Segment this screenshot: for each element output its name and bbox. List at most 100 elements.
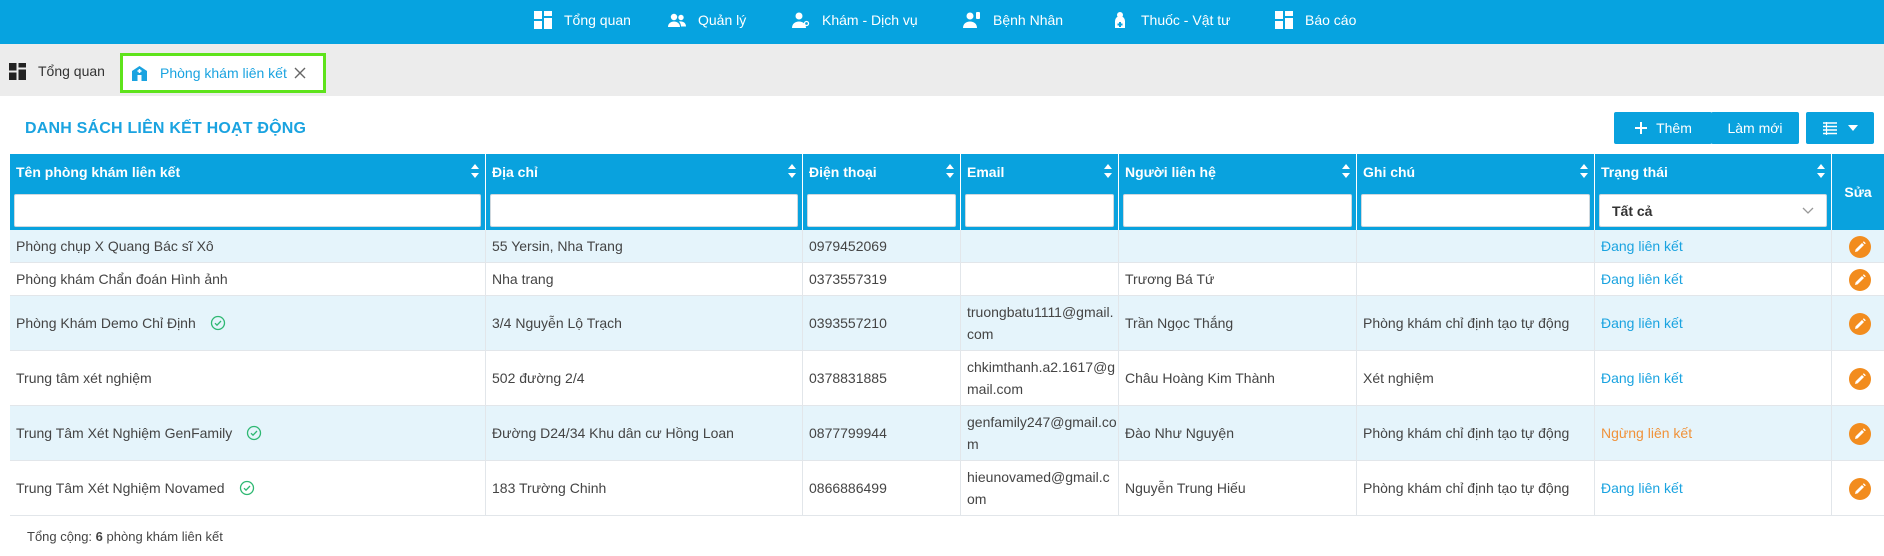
table-row[interactable]: Phòng Khám Demo Chỉ Định 3/4 Nguyễn Lộ Tr… <box>10 296 1884 351</box>
filter-email-input[interactable] <box>965 194 1114 227</box>
sort-icon[interactable] <box>946 163 954 179</box>
status-text[interactable]: Đang liên kết <box>1601 367 1683 389</box>
pencil-icon <box>1855 317 1866 329</box>
column-label: Địa chỉ <box>492 164 538 180</box>
cell-contact <box>1119 230 1357 262</box>
tab-bar: Tổng quan Phòng khám liên kết <box>0 44 1884 96</box>
cell-status: Đang liên kết <box>1595 461 1832 515</box>
phone-text: 0979452069 <box>809 238 887 254</box>
contact-text: Châu Hoàng Kim Thành <box>1125 370 1275 386</box>
address-text: 55 Yersin, Nha Trang <box>492 238 623 254</box>
refresh-button[interactable]: Làm mới <box>1711 112 1799 144</box>
filter-contact-input[interactable] <box>1123 194 1352 227</box>
add-button-label: Thêm <box>1656 120 1692 136</box>
column-label: Tên phòng khám liên kết <box>16 164 181 180</box>
cell-contact: Trần Ngọc Thắng <box>1119 296 1357 350</box>
sort-icon[interactable] <box>1342 163 1350 179</box>
cell-phone: 0866886499 <box>803 461 961 515</box>
table-footer: Tổng cộng: 6 phòng khám liên kết <box>27 529 223 544</box>
table-row[interactable]: Phòng chụp X Quang Bác sĩ Xô 55 Yersin, N… <box>10 230 1884 263</box>
sort-icon[interactable] <box>1580 163 1588 179</box>
phone-text: 0866886499 <box>809 480 887 496</box>
table-row[interactable]: Phòng khám Chẩn đoán Hình ảnh Nha trang 03… <box>10 263 1884 296</box>
footer-count: 6 <box>95 529 103 544</box>
add-button[interactable]: Thêm <box>1614 112 1712 144</box>
phone-text: 0378831885 <box>809 370 887 386</box>
sort-icon[interactable] <box>471 163 479 179</box>
column-header-note[interactable]: Ghi chú <box>1357 154 1595 230</box>
cell-phone: 0979452069 <box>803 230 961 262</box>
tab-label: Tổng quan <box>38 63 105 79</box>
filter-phone-input[interactable] <box>807 194 956 227</box>
cell-status: Đang liên kết <box>1595 263 1832 295</box>
status-text[interactable]: Đang liên kết <box>1601 235 1683 257</box>
cell-status: Đang liên kết <box>1595 230 1832 262</box>
note-text: Phòng khám chỉ định tạo tự động <box>1363 315 1570 331</box>
cell-status: Đang liên kết <box>1595 296 1832 350</box>
sort-icon[interactable] <box>1104 163 1112 179</box>
name-text: Phòng khám Chẩn đoán Hình ảnh <box>16 271 228 287</box>
cell-status: Ngừng liên kết <box>1595 406 1832 460</box>
page-title: DANH SÁCH LIÊN KẾT HOẠT ĐỘNG <box>25 120 307 137</box>
contact-text: Đào Như Nguyện <box>1125 425 1234 441</box>
cell-phone: 0877799944 <box>803 406 961 460</box>
name-text: Trung Tâm Xét Nghiệm Novamed <box>16 480 225 496</box>
nav-label: Tổng quan <box>564 12 631 28</box>
report-icon <box>1275 11 1293 29</box>
nav-item-kham-dich-vu[interactable]: Khám - Dịch vụ <box>792 0 918 40</box>
address-text: Nha trang <box>492 271 554 287</box>
edit-button[interactable] <box>1849 367 1871 390</box>
edit-button[interactable] <box>1849 422 1871 445</box>
table-row[interactable]: Trung tâm xét nghiệm 502 đường 2/4 0378831… <box>10 351 1884 406</box>
column-options-button[interactable] <box>1806 112 1874 144</box>
tab-tong-quan[interactable]: Tổng quan <box>0 54 105 88</box>
status-text[interactable]: Đang liên kết <box>1601 312 1683 334</box>
table-row[interactable]: Trung Tâm Xét Nghiệm GenFamily Đường D24/… <box>10 406 1884 461</box>
nav-item-tong-quan[interactable]: Tổng quan <box>534 0 631 40</box>
close-icon[interactable] <box>293 66 307 80</box>
nav-item-benh-nhan[interactable]: Bệnh Nhân <box>963 0 1063 40</box>
column-header-address[interactable]: Địa chỉ <box>486 154 803 230</box>
cell-name: Phòng chụp X Quang Bác sĩ Xô <box>10 230 486 262</box>
address-text: 183 Trường Chinh <box>492 480 607 496</box>
status-text[interactable]: Đang liên kết <box>1601 477 1683 499</box>
sort-icon[interactable] <box>1817 163 1825 179</box>
footer-suffix: phòng khám liên kết <box>106 529 223 544</box>
sort-icon[interactable] <box>788 163 796 179</box>
edit-button[interactable] <box>1849 235 1871 258</box>
column-header-email[interactable]: Email <box>961 154 1119 230</box>
email-text: chkimthanh.a2.1617@gmail.com <box>967 359 1116 397</box>
pencil-icon <box>1855 240 1866 252</box>
column-header-name[interactable]: Tên phòng khám liên kết <box>10 154 486 230</box>
status-filter-select[interactable]: Tất cả <box>1599 194 1827 227</box>
dashboard-icon <box>9 62 26 80</box>
cell-note: Phòng khám chỉ định tạo tự động <box>1357 461 1595 515</box>
edit-button[interactable] <box>1849 477 1871 500</box>
nav-item-bao-cao[interactable]: Báo cáo <box>1275 0 1356 40</box>
column-header-contact[interactable]: Người liên hệ <box>1119 154 1357 230</box>
column-header-phone[interactable]: Điện thoại <box>803 154 961 230</box>
cell-status: Đang liên kết <box>1595 351 1832 405</box>
caret-down-icon <box>1848 125 1858 131</box>
edit-button[interactable] <box>1849 268 1871 291</box>
verified-check-icon <box>210 315 225 331</box>
cell-contact: Nguyễn Trung Hiếu <box>1119 461 1357 515</box>
name-text: Phòng chụp X Quang Bác sĩ Xô <box>16 238 214 254</box>
filter-address-input[interactable] <box>490 194 798 227</box>
phone-text: 0373557319 <box>809 271 887 287</box>
cell-name: Trung Tâm Xét Nghiệm Novamed <box>10 461 486 515</box>
edit-button[interactable] <box>1849 312 1871 335</box>
cell-name: Trung tâm xét nghiệm <box>10 351 486 405</box>
status-text[interactable]: Đang liên kết <box>1601 268 1683 290</box>
nav-item-thuoc-vat-tu[interactable]: Thuốc - Vật tư <box>1111 0 1231 40</box>
filter-note-input[interactable] <box>1361 194 1590 227</box>
tab-phong-kham-lien-ket[interactable]: Phòng khám liên kết <box>120 53 326 93</box>
status-text[interactable]: Ngừng liên kết <box>1601 422 1692 444</box>
filter-name-input[interactable] <box>14 194 481 227</box>
nav-item-quan-ly[interactable]: Quản lý <box>668 0 746 40</box>
column-header-status[interactable]: Trạng thái Tất cả <box>1595 154 1832 230</box>
chevron-down-icon <box>1802 207 1814 214</box>
table-row[interactable]: Trung Tâm Xét Nghiệm Novamed 183 Trường C… <box>10 461 1884 516</box>
column-label: Người liên hệ <box>1125 164 1216 180</box>
nav-label: Thuốc - Vật tư <box>1141 12 1231 28</box>
